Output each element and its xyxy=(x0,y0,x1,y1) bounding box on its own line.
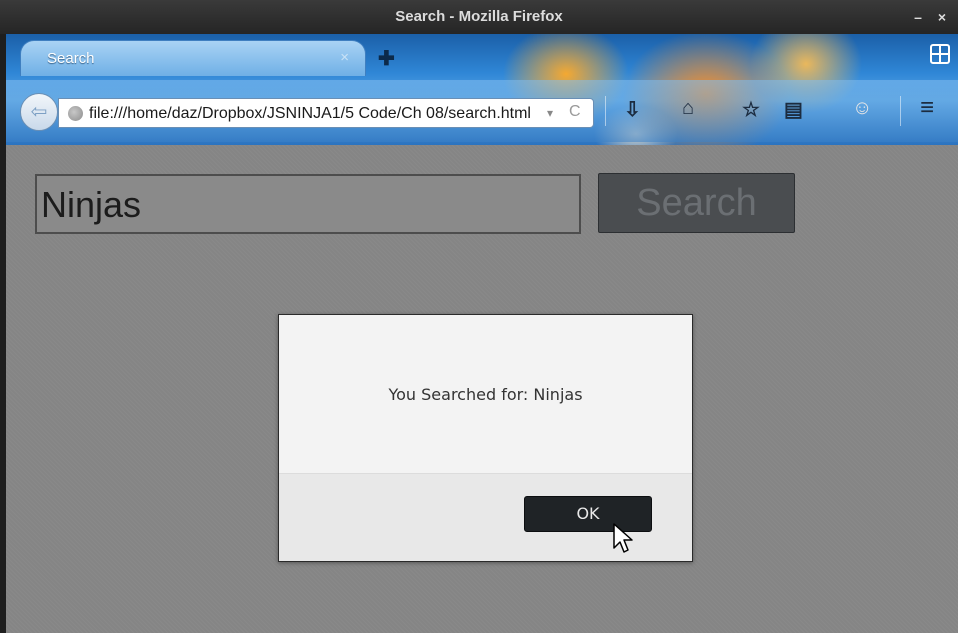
page-content: Ninjas Search You Searched for: Ninjas O… xyxy=(6,145,958,633)
menu-icon[interactable]: ≡ xyxy=(920,94,934,122)
navigation-toolbar: ⇦ file:///home/daz/Dropbox/JSNINJA1/5 Co… xyxy=(6,80,958,142)
new-tab-icon[interactable]: ✚ xyxy=(378,46,395,71)
back-arrow-icon[interactable]: ⇦ xyxy=(20,93,58,131)
window-titlebar: Search - Mozilla Firefox – × xyxy=(0,0,958,34)
reload-icon[interactable]: C xyxy=(569,103,581,121)
search-button[interactable]: Search xyxy=(598,173,795,233)
toolbar-divider xyxy=(605,96,606,126)
toolbar-divider xyxy=(900,96,901,126)
url-text[interactable]: file:///home/daz/Dropbox/JSNINJA1/5 Code… xyxy=(89,105,541,123)
tab-label: Search xyxy=(47,50,95,67)
dialog-message: You Searched for: Ninjas xyxy=(388,385,583,404)
bookmark-star-icon[interactable]: ☆ xyxy=(742,97,760,122)
tab-close-icon[interactable]: × xyxy=(340,49,349,66)
window-controls[interactable]: – × xyxy=(914,0,952,34)
home-icon[interactable]: ⌂ xyxy=(682,97,694,120)
url-bar[interactable]: file:///home/daz/Dropbox/JSNINJA1/5 Code… xyxy=(58,98,594,128)
url-dropdown-icon[interactable]: ▾ xyxy=(547,106,553,120)
window-title: Search - Mozilla Firefox xyxy=(395,8,563,25)
globe-icon xyxy=(68,106,83,121)
browser-chrome: Search × ✚ ⇦ file:///home/daz/Dropbox/JS… xyxy=(6,34,958,145)
search-input[interactable]: Ninjas xyxy=(35,174,581,234)
ghostery-icon[interactable]: ☺ xyxy=(852,97,872,120)
download-icon[interactable]: ⇩ xyxy=(624,97,641,122)
tab-search[interactable]: Search × xyxy=(20,40,366,76)
tab-groups-icon[interactable] xyxy=(930,44,950,64)
reader-icon[interactable]: ▤ xyxy=(784,97,803,122)
mouse-cursor-icon xyxy=(613,523,633,553)
